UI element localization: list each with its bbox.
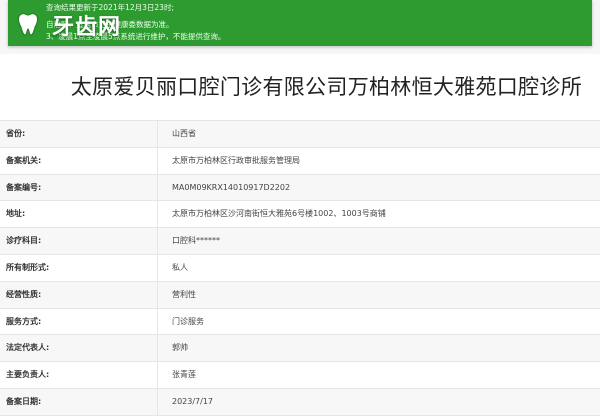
row-value: 私人	[172, 262, 188, 272]
row-value: 郭帅	[172, 343, 188, 353]
row-value: 营利性	[172, 289, 196, 299]
row-label: 法定代表人:	[0, 335, 158, 362]
row-label: 经营性质:	[0, 281, 158, 308]
row-label: 备案机关:	[0, 147, 158, 174]
row-value: 口腔科******	[172, 236, 220, 246]
row-label: 主要负责人:	[0, 362, 158, 388]
table-row: 经营性质: 营利性	[0, 281, 600, 309]
table-row: 主要负责人: 张青莲	[0, 362, 600, 389]
row-value: 太原市万柏林区沙河南街恒大雅苑6号楼1002、1003号商铺	[172, 209, 386, 219]
row-label: 所有制形式:	[0, 254, 158, 281]
table-row: 服务方式: 门诊服务	[0, 308, 600, 336]
tooth-icon	[17, 13, 39, 36]
row-label: 备案日期:	[0, 388, 158, 415]
table-row: 地址: 太原市万柏林区沙河南街恒大雅苑6号楼1002、1003号商铺	[0, 201, 600, 229]
row-value: 张青莲	[172, 370, 196, 380]
record-table: 省份: 山西省 备案机关: 太原市万柏林区行政审批服务管理局 备案编号: MA0M09…	[0, 120, 600, 416]
row-label: 备案编号:	[0, 174, 158, 201]
row-label: 服务方式:	[0, 308, 158, 335]
table-row: 省份: 山西省	[0, 121, 600, 148]
row-value: 山西省	[172, 129, 196, 138]
table-row: 法定代表人: 郭帅	[0, 335, 600, 363]
table-row: 备案机关: 太原市万柏林区行政审批服务管理局	[0, 147, 600, 175]
row-label: 诊疗科目:	[0, 228, 158, 254]
table-row: 备案日期: 2023/7/17	[0, 388, 600, 416]
row-value: 2023/7/17	[172, 396, 214, 406]
row-value: 太原市万柏林区行政审批服务管理局	[172, 155, 300, 165]
page-title: 太原爱贝丽口腔门诊有限公司万柏林恒大雅苑口腔诊所	[70, 75, 582, 99]
row-value: 门诊服务	[172, 316, 204, 326]
brand-name[interactable]: 牙齿网	[52, 9, 121, 41]
table-row: 诊疗科目: 口腔科******	[0, 228, 600, 255]
table-row: 备案编号: MA0M09KRX14010917D2202	[0, 174, 600, 202]
row-label: 地址:	[0, 201, 158, 228]
row-label: 省份:	[0, 121, 158, 147]
table-row: 所有制形式: 私人	[0, 254, 600, 282]
row-value: MA0M09KRX14010917D2202	[172, 182, 291, 192]
